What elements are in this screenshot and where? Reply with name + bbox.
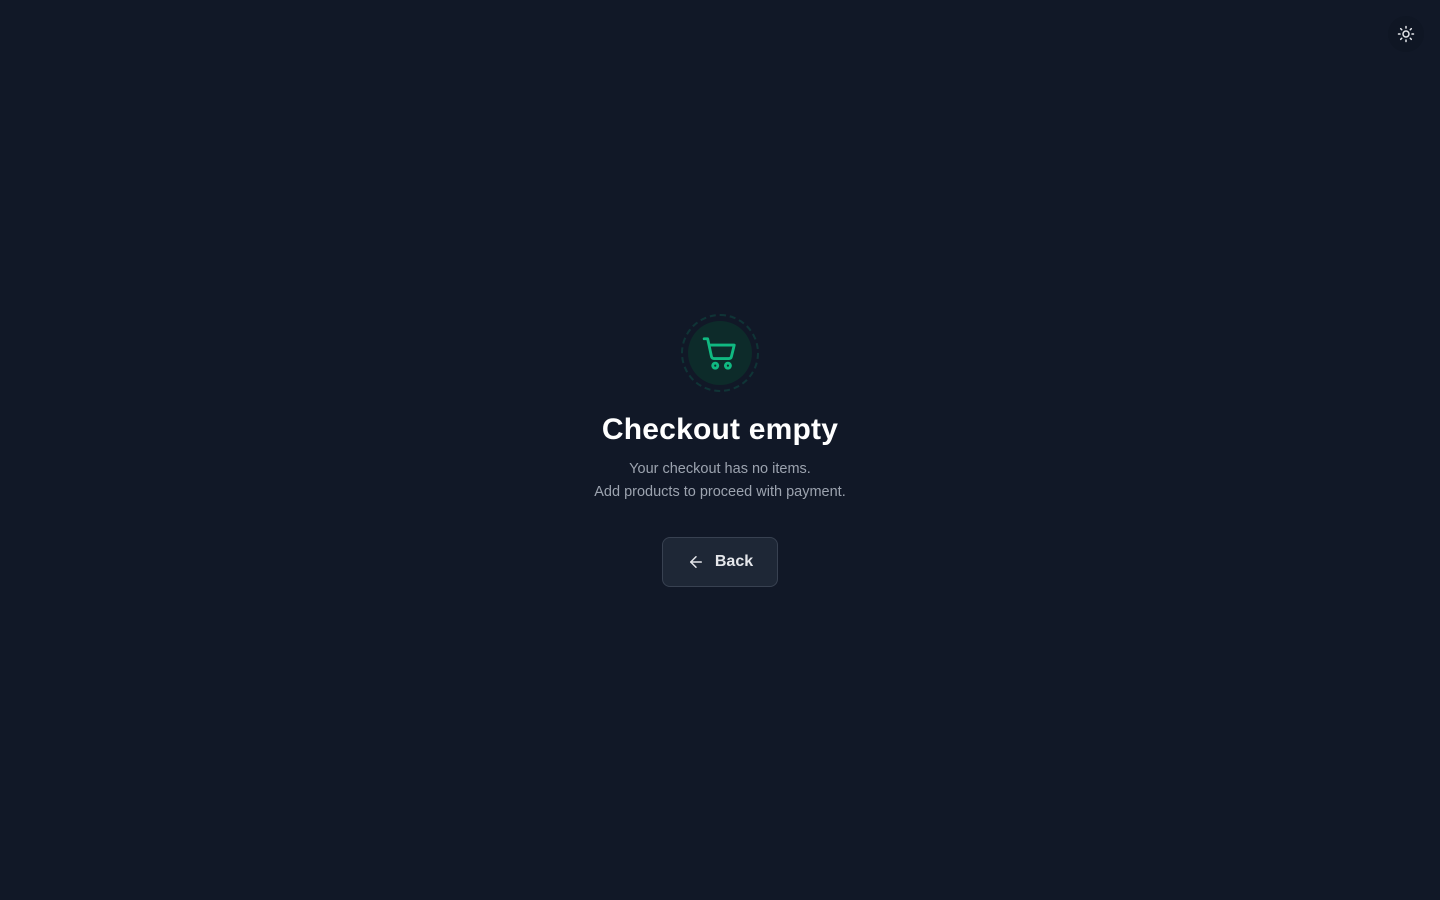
cart-icon-ring (681, 314, 759, 392)
sun-icon (1397, 25, 1415, 43)
description-line-2: Add products to proceed with payment. (594, 484, 846, 500)
page-title: Checkout empty (601, 413, 839, 446)
empty-state: Checkout empty Your checkout has no item… (0, 314, 1440, 587)
arrow-left-icon (689, 556, 702, 568)
back-button[interactable]: Back (662, 537, 778, 587)
empty-state-description: Your checkout has no items. Add products… (594, 458, 845, 504)
back-button-label: Back (714, 553, 754, 570)
description-line-1: Your checkout has no items. (629, 461, 811, 477)
shopping-cart-icon (702, 337, 736, 370)
cart-icon-circle (688, 321, 752, 385)
theme-toggle-button[interactable] (1388, 16, 1424, 52)
